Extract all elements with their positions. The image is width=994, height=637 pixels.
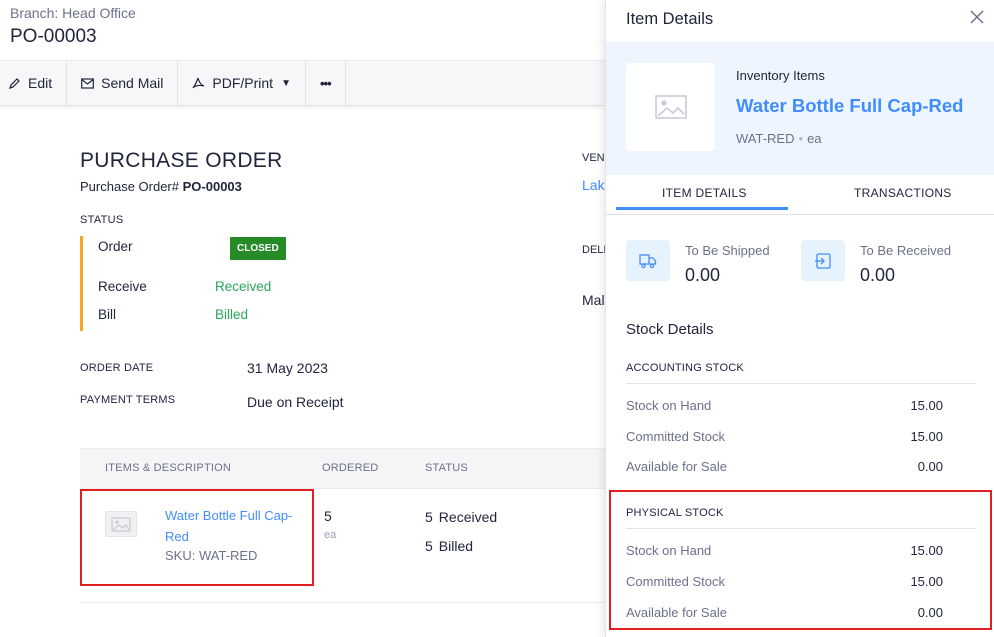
divider xyxy=(626,383,976,384)
highlight-box-physical-stock xyxy=(609,490,992,630)
order-status-label: Order xyxy=(98,239,133,254)
status-block: Order CLOSED Receive Received Bill Bille… xyxy=(80,236,330,331)
closed-badge: CLOSED xyxy=(230,237,286,260)
item-unit: ea xyxy=(807,131,822,146)
stock-details-title: Stock Details xyxy=(626,321,714,338)
ordered-unit: ea xyxy=(324,529,337,541)
vendor-label: VEN xyxy=(582,152,605,164)
deliver-to-value: Mal xyxy=(582,292,605,308)
item-details-panel: Item Details Inventory Items Water Bottl… xyxy=(605,0,994,637)
accounting-available-for-sale-label: Available for Sale xyxy=(626,459,727,474)
accounting-available-for-sale-value: 0.00 xyxy=(917,459,943,474)
accounting-stock-on-hand-label: Stock on Hand xyxy=(626,398,712,413)
order-date-label: ORDER DATE xyxy=(80,362,154,374)
pdf-icon xyxy=(192,77,205,88)
pdf-print-label: PDF/Print xyxy=(212,75,274,91)
more-options-button[interactable]: ••• xyxy=(306,61,346,105)
document-title: PURCHASE ORDER xyxy=(80,149,283,172)
send-mail-button[interactable]: Send Mail xyxy=(67,61,179,105)
ordered-quantity: 5 xyxy=(324,508,332,524)
receive-status-label: Receive xyxy=(98,279,147,294)
items-col-header: ITEMS & DESCRIPTION xyxy=(105,462,232,474)
page-title: PO-00003 xyxy=(10,26,97,47)
branch-label: Branch: Head Office xyxy=(10,5,136,21)
receive-status-value: Received xyxy=(215,279,272,294)
highlight-box-item xyxy=(80,489,314,586)
panel-title: Item Details xyxy=(626,10,714,28)
received-qty: 5 xyxy=(425,509,433,525)
receive-icon xyxy=(801,240,845,281)
pdf-print-dropdown[interactable]: PDF/Print ▼ xyxy=(178,61,306,105)
status-heading: STATUS xyxy=(80,214,124,226)
item-summary-card: Inventory Items Water Bottle Full Cap-Re… xyxy=(606,42,994,175)
caret-down-icon: ▼ xyxy=(281,77,291,89)
to-be-shipped-label: To Be Shipped xyxy=(685,243,770,258)
po-number-value: PO-00003 xyxy=(182,179,242,194)
items-table-header: ITEMS & DESCRIPTION ORDERED STATUS xyxy=(80,448,605,489)
payment-terms-value: Due on Receipt xyxy=(247,394,344,410)
payment-terms-label: PAYMENT TERMS xyxy=(80,394,176,406)
panel-tabs: ITEM DETAILS TRANSACTIONS xyxy=(606,175,994,215)
edit-button[interactable]: Edit xyxy=(0,61,68,105)
po-number-line: Purchase Order# PO-00003 xyxy=(80,179,242,194)
accounting-stock-title: ACCOUNTING STOCK xyxy=(626,362,744,374)
close-icon[interactable] xyxy=(968,8,986,26)
to-be-shipped-value: 0.00 xyxy=(685,265,721,285)
more-icon: ••• xyxy=(319,75,332,91)
edit-label: Edit xyxy=(28,75,53,91)
bill-status-label: Bill xyxy=(98,307,117,322)
item-type: Inventory Items xyxy=(736,68,825,83)
to-be-received-value: 0.00 xyxy=(860,265,896,285)
received-status: 5 Received xyxy=(425,509,497,525)
accounting-stock-on-hand-value: 15.00 xyxy=(910,398,943,413)
bill-status-value: Billed xyxy=(215,307,249,322)
mail-icon xyxy=(81,77,95,89)
page-header: Branch: Head Office PO-00003 xyxy=(0,0,605,60)
vendor-link[interactable]: Lak xyxy=(582,177,605,193)
toolbar: Edit Send Mail PDF/Print ▼ ••• xyxy=(0,60,605,106)
item-name[interactable]: Water Bottle Full Cap-Red xyxy=(736,95,963,117)
send-mail-label: Send Mail xyxy=(101,75,164,91)
item-sku-unit: WAT-RED • ea xyxy=(736,131,822,146)
deliver-to-label: DELI xyxy=(582,244,607,256)
truck-icon xyxy=(626,240,670,281)
tab-transactions[interactable]: TRANSACTIONS xyxy=(854,186,952,200)
received-label: Received xyxy=(438,509,498,525)
order-date-value: 31 May 2023 xyxy=(247,360,328,376)
active-tab-indicator xyxy=(616,207,788,210)
dot-separator: • xyxy=(798,131,804,146)
po-number-label: Purchase Order# xyxy=(80,179,179,194)
accounting-committed-stock-value: 15.00 xyxy=(910,429,943,444)
status-col-header: STATUS xyxy=(425,462,468,474)
to-be-received-label: To Be Received xyxy=(860,243,952,258)
item-sku: WAT-RED xyxy=(736,131,795,146)
ordered-col-header: ORDERED xyxy=(322,462,379,474)
image-placeholder-icon xyxy=(626,63,715,151)
billed-status: 5 Billed xyxy=(425,538,473,554)
accounting-committed-stock-label: Committed Stock xyxy=(626,429,725,444)
tab-item-details[interactable]: ITEM DETAILS xyxy=(662,186,747,200)
billed-qty: 5 xyxy=(425,538,433,554)
billed-label: Billed xyxy=(438,538,474,554)
pencil-icon xyxy=(9,77,20,89)
